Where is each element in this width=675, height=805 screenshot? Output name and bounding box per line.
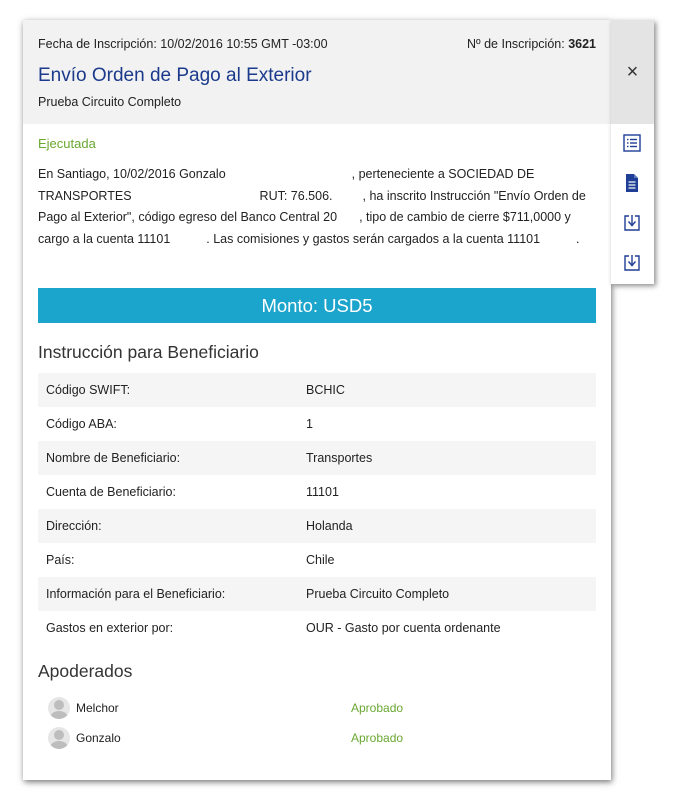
close-button[interactable]: ×: [611, 20, 654, 124]
registration-number-label: Nº de Inscripción:: [467, 37, 565, 51]
page-subtitle: Prueba Circuito Completo: [38, 95, 182, 109]
close-icon: ×: [626, 60, 639, 83]
approval-status: Aprobado: [351, 701, 404, 715]
redacted-area: [225, 168, 352, 181]
attorney-item: Melchor Aprobado: [48, 696, 608, 720]
row-label: Dirección:: [46, 519, 102, 533]
instruction-detail-modal: Fecha de Inscripción: 10/02/2016 10:55 G…: [23, 20, 611, 780]
attorney-name: Gonzalo: [76, 731, 121, 745]
row-label: Nombre de Beneficiario:: [46, 451, 181, 465]
row-label: Código ABA:: [46, 417, 117, 431]
table-row: País: Chile: [38, 543, 596, 577]
status-label: Ejecutada: [38, 136, 96, 151]
table-row: Gastos en exterior por: OUR - Gasto por …: [38, 611, 596, 645]
beneficiary-section-title: Instrucción para Beneficiario: [38, 342, 259, 362]
table-row: Cuenta de Beneficiario: 11101: [38, 475, 596, 509]
table-row: Código ABA: 1: [38, 407, 596, 441]
download-icon[interactable]: [622, 253, 642, 273]
row-label: Cuenta de Beneficiario:: [46, 485, 176, 499]
attorneys-section-title: Apoderados: [38, 661, 133, 681]
avatar: [48, 727, 70, 749]
table-row: Información para el Beneficiario: Prueba…: [38, 577, 596, 611]
redacted-area: [170, 233, 207, 246]
avatar: [48, 697, 70, 719]
row-value: Chile: [306, 553, 335, 567]
modal-header: Fecha de Inscripción: 10/02/2016 10:55 G…: [23, 20, 611, 124]
description-part: .: [576, 231, 580, 246]
row-label: Gastos en exterior por:: [46, 621, 174, 635]
beneficiary-table: Código SWIFT: BCHIC Código ABA: 1 Nombre…: [38, 373, 596, 645]
description-part: . Las comisiones y gastos serán cargados…: [206, 231, 541, 246]
row-label: Código SWIFT:: [46, 383, 131, 397]
registration-date: Fecha de Inscripción: 10/02/2016 10:55 G…: [38, 37, 328, 51]
table-row: Dirección: Holanda: [38, 509, 596, 543]
page-title: Envío Orden de Pago al Exterior: [38, 65, 312, 86]
redacted-area: [332, 190, 363, 203]
description-part: En Santiago, 10/02/2016 Gonzalo: [38, 167, 226, 181]
registration-number-value: 3621: [568, 37, 596, 51]
row-value: 11101: [306, 485, 339, 499]
redacted-area: [540, 233, 577, 246]
row-value: 1: [306, 417, 313, 431]
instruction-description: En Santiago, 10/02/2016 Gonzalo, pertene…: [38, 164, 598, 250]
attorney-name: Melchor: [76, 701, 119, 715]
registration-date-value: 10/02/2016 10:55 GMT -03:00: [160, 37, 328, 51]
row-label: Información para el Beneficiario:: [46, 587, 226, 601]
registration-date-label: Fecha de Inscripción:: [38, 37, 157, 51]
row-value: Holanda: [306, 519, 353, 533]
attorney-item: Gonzalo Aprobado: [48, 726, 608, 750]
redacted-area: [131, 190, 260, 203]
list-icon[interactable]: [622, 133, 642, 153]
registration-number: Nº de Inscripción: 3621: [467, 37, 596, 51]
description-part: RUT: 76.506.: [259, 188, 333, 203]
table-row: Nombre de Beneficiario: Transportes: [38, 441, 596, 475]
redacted-area: [337, 211, 360, 224]
download-icon[interactable]: [622, 213, 642, 233]
row-value: Prueba Circuito Completo: [306, 587, 450, 601]
document-icon[interactable]: [622, 173, 642, 193]
table-row: Código SWIFT: BCHIC: [38, 373, 596, 407]
row-value: Transportes: [306, 451, 373, 465]
approval-status: Aprobado: [351, 731, 404, 745]
amount-banner: Monto: USD5: [38, 288, 596, 323]
row-label: País:: [46, 553, 75, 567]
row-value: BCHIC: [306, 383, 345, 397]
row-value: OUR - Gasto por cuenta ordenante: [306, 621, 501, 635]
side-action-panel: ×: [611, 20, 654, 284]
